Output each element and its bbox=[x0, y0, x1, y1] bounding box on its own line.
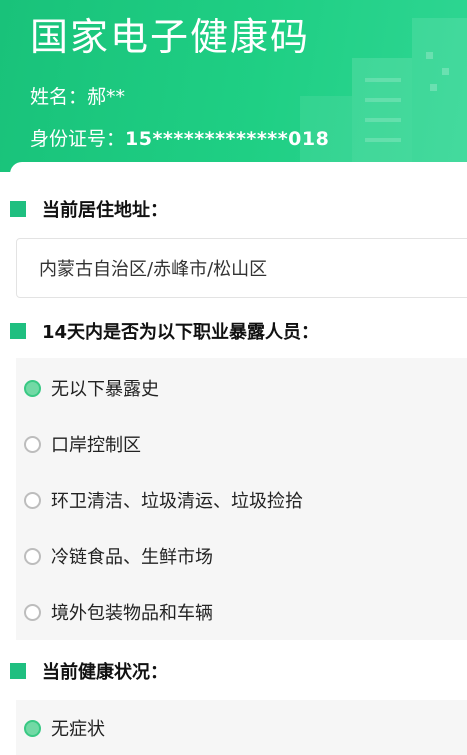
health-option-asymptomatic[interactable]: 无症状 bbox=[16, 700, 467, 755]
building-decoration bbox=[352, 58, 412, 172]
building-decoration bbox=[412, 18, 467, 172]
health-section-title: 当前健康状况： bbox=[10, 658, 168, 684]
building-decoration bbox=[365, 138, 401, 142]
building-decoration bbox=[365, 118, 401, 122]
exposure-option-label: 无以下暴露史 bbox=[51, 379, 159, 400]
health-section-title-text: 当前健康状况： bbox=[42, 662, 168, 683]
address-value: 内蒙古自治区/赤峰市/松山区 bbox=[39, 259, 268, 280]
building-decoration bbox=[426, 52, 433, 59]
building-decoration bbox=[430, 84, 437, 91]
address-field[interactable]: 内蒙古自治区/赤峰市/松山区 bbox=[16, 238, 467, 298]
radio-checked-icon[interactable] bbox=[24, 379, 41, 397]
section-marker bbox=[10, 663, 26, 679]
health-options: 无症状 bbox=[16, 700, 467, 755]
radio-unchecked-icon[interactable] bbox=[24, 547, 41, 565]
exposure-option-none[interactable]: 无以下暴露史 bbox=[16, 360, 467, 416]
page-title: 国家电子健康码 bbox=[30, 15, 311, 59]
building-decoration bbox=[365, 98, 401, 102]
exposure-option-overseas-goods[interactable]: 境外包装物品和车辆 bbox=[16, 584, 467, 640]
section-marker bbox=[10, 323, 26, 339]
exposure-section-title-text: 14天内是否为以下职业暴露人员： bbox=[42, 322, 320, 343]
exposure-option-sanitation[interactable]: 环卫清洁、垃圾清运、垃圾捡拾 bbox=[16, 472, 467, 528]
name-label: 姓名： bbox=[30, 86, 88, 108]
radio-unchecked-icon[interactable] bbox=[24, 603, 41, 621]
building-decoration bbox=[365, 78, 401, 82]
exposure-option-label: 冷链食品、生鲜市场 bbox=[51, 547, 213, 568]
header-banner: 国家电子健康码 姓名：郝** 身份证号：15*************018 bbox=[0, 0, 467, 172]
exposure-option-cold-chain[interactable]: 冷链食品、生鲜市场 bbox=[16, 528, 467, 584]
exposure-option-label: 口岸控制区 bbox=[51, 435, 141, 456]
name-row: 姓名：郝** bbox=[30, 82, 125, 109]
radio-unchecked-icon[interactable] bbox=[24, 435, 41, 453]
health-option-label: 无症状 bbox=[51, 719, 105, 740]
id-label: 身份证号： bbox=[30, 128, 126, 150]
radio-unchecked-icon[interactable] bbox=[24, 491, 41, 509]
radio-checked-icon[interactable] bbox=[24, 719, 41, 737]
id-row: 身份证号：15*************018 bbox=[30, 124, 329, 151]
building-decoration bbox=[442, 68, 449, 75]
exposure-option-label: 环卫清洁、垃圾清运、垃圾捡拾 bbox=[51, 491, 303, 512]
section-marker bbox=[10, 201, 26, 217]
exposure-option-port-control[interactable]: 口岸控制区 bbox=[16, 416, 467, 472]
exposure-section-title: 14天内是否为以下职业暴露人员： bbox=[10, 318, 319, 344]
exposure-option-label: 境外包装物品和车辆 bbox=[51, 603, 213, 624]
id-value: 15*************018 bbox=[125, 128, 330, 150]
name-value: 郝** bbox=[87, 86, 126, 108]
exposure-options: 无以下暴露史 口岸控制区 环卫清洁、垃圾清运、垃圾捡拾 冷链食品、生鲜市场 境外… bbox=[16, 358, 467, 640]
address-section-title: 当前居住地址： bbox=[10, 196, 168, 222]
address-section-title-text: 当前居住地址： bbox=[42, 200, 168, 221]
